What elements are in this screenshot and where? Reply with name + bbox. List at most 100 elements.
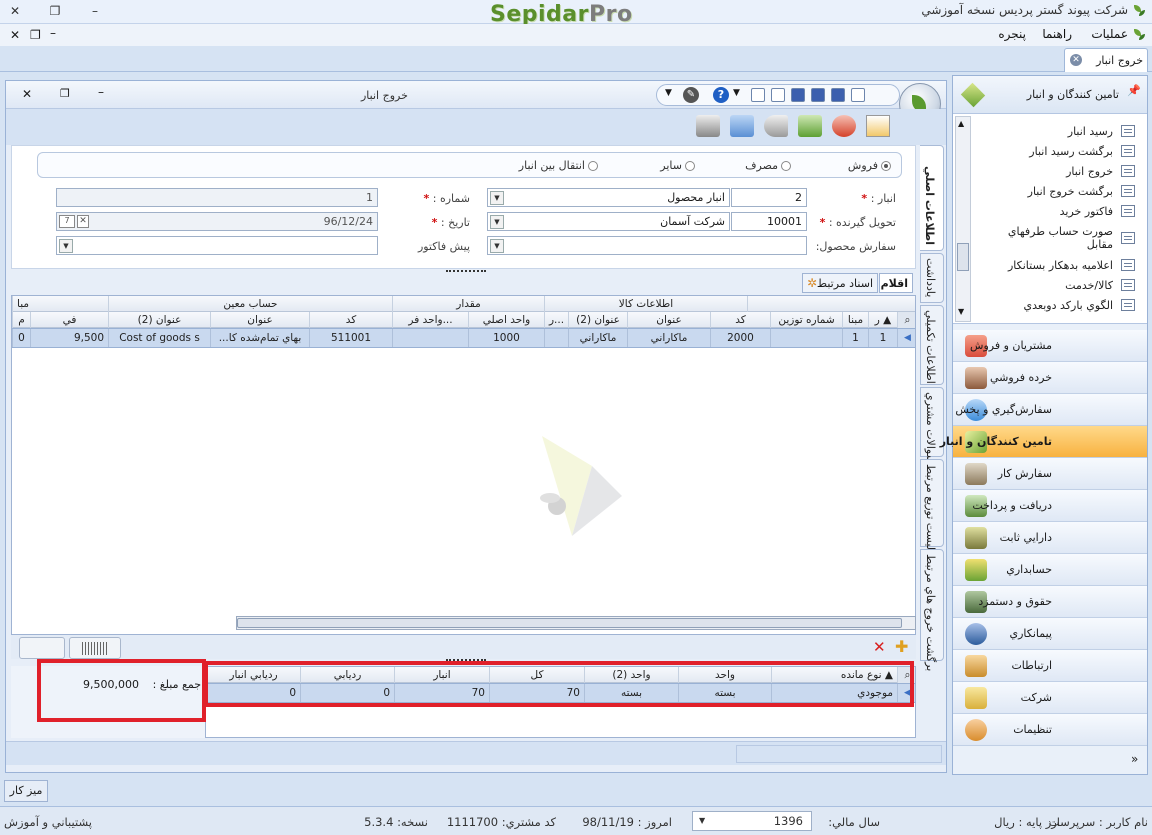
proforma-select[interactable]: ▼	[56, 236, 378, 255]
restore-app-icon[interactable]: ❐	[46, 3, 64, 19]
nav-contracting[interactable]: پيمانکاري	[953, 618, 1147, 650]
col-title[interactable]: عنوان	[627, 312, 710, 328]
col-sub-unit[interactable]: واحد فر...	[392, 312, 468, 328]
help-dropdown-icon[interactable]: ▼	[733, 88, 740, 98]
col-fee[interactable]: في	[30, 312, 108, 328]
tree-item[interactable]: برگشت خروج انبار	[975, 182, 1135, 202]
scroll-down-icon[interactable]: ▼	[958, 307, 964, 316]
tab-main-info[interactable]: اطلاعات اصلي	[920, 145, 944, 251]
radio-sale[interactable]: فروش	[848, 159, 891, 172]
col-acc-title2[interactable]: عنوان (2)	[108, 312, 210, 328]
save-new-icon[interactable]	[811, 88, 825, 102]
radio-other[interactable]: ساير	[660, 159, 695, 172]
menu-help[interactable]: راهنما	[1042, 27, 1072, 41]
cell-base[interactable]: 1	[842, 329, 868, 347]
menu-operations[interactable]: عمليات	[1091, 27, 1128, 41]
cell-code[interactable]: 2000	[710, 329, 770, 347]
tab-related-returns[interactable]: برگشت خروج هاي مرتبط	[920, 549, 944, 671]
fiscal-year-select[interactable]: 1396 ▼	[692, 811, 812, 831]
mdi-restore-icon[interactable]: ❐	[30, 28, 41, 42]
cell-row[interactable]: 1	[868, 329, 897, 347]
expand-nav-icon[interactable]: »	[1131, 752, 1138, 766]
col-title2[interactable]: عنوان (2)	[568, 312, 627, 328]
tab-warehouse-exit[interactable]: خروج انبار ✕	[1064, 48, 1148, 72]
col-base[interactable]: مبنا	[842, 312, 868, 328]
nav-retail[interactable]: خرده فروشي	[953, 362, 1147, 394]
window-minimize-icon[interactable]: –	[98, 85, 104, 99]
nav-receive-pay[interactable]: دريافت و پرداخت	[953, 490, 1147, 522]
nav-work-order[interactable]: سفارش کار	[953, 458, 1147, 490]
col-m[interactable]: م	[12, 312, 30, 328]
close-app-icon[interactable]: ✕	[6, 3, 24, 19]
nav-accounting[interactable]: حسابداري	[953, 554, 1147, 586]
menu-window[interactable]: پنجره	[998, 27, 1026, 41]
tree-item[interactable]: الگوي بارکد دوبعدي	[975, 296, 1135, 316]
save-close-icon[interactable]	[791, 88, 805, 102]
scrollbar-thumb[interactable]	[957, 243, 969, 271]
nav-suppliers-warehouse[interactable]: تامين کنندگان و انبار	[940, 426, 1147, 458]
calculator-add-icon[interactable]	[730, 115, 754, 137]
radio-transfer[interactable]: انتقال بين انبار	[519, 159, 598, 172]
tree-item[interactable]: کالا/خدمت	[975, 276, 1135, 296]
clear-date-icon[interactable]: ✕	[77, 215, 89, 228]
close-tab-icon[interactable]: ✕	[1070, 54, 1082, 66]
cell-acc-code[interactable]: 511001	[309, 329, 392, 347]
copy-icon[interactable]	[771, 88, 785, 102]
col-code[interactable]: کد	[710, 312, 770, 328]
print-icon[interactable]	[751, 88, 765, 102]
calendar-icon[interactable]: 7	[59, 215, 75, 228]
nav-company[interactable]: شرکت	[953, 682, 1147, 714]
number-input[interactable]: 1	[56, 188, 378, 207]
receiver-code-input[interactable]: 10001	[731, 212, 807, 231]
print-preview-icon[interactable]	[696, 115, 720, 137]
tree-item[interactable]: خروج انبار	[975, 162, 1135, 182]
mdi-minimize-icon[interactable]: –	[50, 26, 56, 40]
window-restore-icon[interactable]: ❐	[60, 87, 70, 100]
tree-item[interactable]: رسيد انبار	[975, 122, 1135, 142]
subtab-related-docs[interactable]: اسناد مرتبط ✲	[802, 273, 878, 293]
tree-item[interactable]: صورت حساب طرفهاي مقابل	[975, 222, 1135, 256]
nav-settings[interactable]: تنظيمات	[953, 714, 1147, 746]
col-main-unit[interactable]: واحد اصلي	[468, 312, 544, 328]
cell-title2[interactable]: ماکاراني	[568, 329, 627, 347]
cell-main-unit[interactable]: 1000	[468, 329, 544, 347]
grid-horizontal-scrollbar[interactable]	[236, 616, 916, 630]
help-icon[interactable]: ?	[713, 87, 729, 103]
nav-ordering-distribution[interactable]: سفارش‌گيري و پخش	[953, 394, 1147, 426]
cell-sub-unit[interactable]	[392, 329, 468, 347]
open-document-icon[interactable]	[866, 115, 890, 137]
tab-distribution-list[interactable]: ليست توزيع مرتبط	[920, 459, 944, 550]
table-row[interactable]: ◀ 1 1 2000 ماکاراني ماکاراني 1000 511001…	[12, 328, 915, 348]
tree-item[interactable]: برگشت رسيد انبار	[975, 142, 1135, 162]
subtab-items[interactable]: اقلام	[879, 273, 913, 293]
cell-acc-title2[interactable]: Cost of goods s	[108, 329, 210, 347]
window-close-icon[interactable]: ✕	[22, 87, 32, 101]
cell-r[interactable]	[544, 329, 568, 347]
zoom-search-icon[interactable]	[19, 637, 65, 659]
nav-communications[interactable]: ارتباطات	[953, 650, 1147, 682]
tab-notes[interactable]: يادداشت	[920, 253, 944, 303]
radio-consumption[interactable]: مصرف	[745, 159, 791, 172]
cell-title[interactable]: ماکاراني	[627, 329, 710, 347]
splitter-grip[interactable]	[11, 269, 916, 279]
nav-customers-sales[interactable]: مشتريان و فروش	[953, 330, 1147, 362]
approve-icon[interactable]	[798, 115, 822, 137]
cell-fee[interactable]: 9,500	[30, 329, 108, 347]
search-icon[interactable]: ⌕	[897, 312, 915, 328]
pin-icon[interactable]: 📌	[1127, 84, 1141, 97]
col-weigh-no[interactable]: شماره توزين	[770, 312, 842, 328]
tools-icon[interactable]: ✎	[683, 87, 699, 103]
new-document-icon[interactable]	[851, 88, 865, 102]
cell-weigh-no[interactable]	[770, 329, 842, 347]
support-link[interactable]: پشتيباني و آموزش	[4, 815, 92, 829]
warehouse-code-input[interactable]: 2	[731, 188, 807, 207]
nav-payroll[interactable]: حقوق و دستمزد	[953, 586, 1147, 618]
date-input[interactable]: 96/12/24 7 ✕	[56, 212, 378, 231]
tree-item[interactable]: اعلاميه بدهکار بستانکار	[975, 256, 1135, 276]
add-row-icon[interactable]: ✚	[895, 637, 908, 656]
scroll-up-icon[interactable]: ▲	[958, 119, 964, 128]
col-r[interactable]: ر...	[544, 312, 568, 328]
col-acc-title[interactable]: عنوان	[210, 312, 309, 328]
delete-row-icon[interactable]: ✕	[873, 638, 886, 656]
save-icon[interactable]	[831, 88, 845, 102]
